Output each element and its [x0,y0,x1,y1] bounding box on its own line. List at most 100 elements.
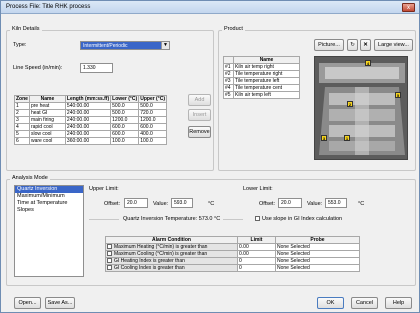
zone-row[interactable]: 4 rapid cool 240:00.00 600.0 600.0 [14,123,167,131]
alarm-row[interactable]: GI Heating Index is greater than 0 None Se… [105,257,360,265]
upper-value-input[interactable]: 593.0 [171,198,193,208]
zone-cell[interactable]: 500.0 [110,102,140,110]
picture-button[interactable]: Picture... [314,39,344,51]
probe-marker-3[interactable]: 3 [321,135,327,141]
alarm-cell[interactable]: None Selected [275,250,360,258]
zone-cell[interactable]: 540:00.00 [64,102,112,110]
probe-cell[interactable]: #5 [223,91,234,99]
zone-cell[interactable]: 6 [14,137,30,145]
zone-cell[interactable]: 360:00.00 [64,137,112,145]
probe-marker-1[interactable]: 1 [344,135,350,141]
probe-cell[interactable]: #3 [223,77,234,85]
checkbox-icon[interactable] [255,216,260,222]
zone-cell[interactable]: 1200.0 [110,116,140,124]
alarm-cell[interactable]: 0 [237,257,276,265]
title-bar[interactable]: Process File: Title RHK process x [1,1,419,14]
zone-cell[interactable]: 3 [14,116,30,124]
zone-row[interactable]: 6 ware cool 360:00.00 100.0 100.0 [14,137,167,145]
insert-button[interactable]: Insert [188,109,211,121]
alarm-row[interactable]: GI Cooling Index is greater than 0 None Se… [105,264,360,272]
zone-cell[interactable]: 600.0 [110,123,140,131]
alarm-cell[interactable]: None Selected [275,243,360,251]
probe-cell[interactable]: #1 [223,63,234,71]
add-button[interactable]: Add [188,94,211,106]
alarm-checkbox-icon[interactable] [107,244,112,250]
zone-cell[interactable]: 400.0 [138,130,167,138]
zone-cell[interactable]: 240:00.00 [64,109,112,117]
probe-cell[interactable]: Tile temperature right [233,70,300,78]
alarm-cell[interactable]: GI Heating Index is greater than [105,257,238,265]
open-button[interactable]: Open... [14,297,41,309]
cancel-button[interactable]: Cancel [351,297,378,309]
line-speed-input[interactable]: 1.330 [80,63,113,73]
probe-marker-2[interactable]: 2 [347,101,353,107]
zone-cell[interactable]: 100.0 [138,137,167,145]
probe-cell[interactable]: Kiln air temp left [233,91,300,99]
alarm-cell[interactable]: Maximum Cooling (°C/min) is greater than [105,250,238,258]
zone-cell[interactable]: pre heat [28,102,66,110]
zone-cell[interactable]: 240:00.00 [64,116,112,124]
lower-value-input[interactable]: 553.0 [325,198,347,208]
large-view-button[interactable]: Large view... [374,39,413,51]
zone-cell[interactable]: 4 [14,123,30,131]
zone-cell[interactable]: 1200.0 [138,116,167,124]
zone-cell[interactable]: 1 [14,102,30,110]
upper-offset-input[interactable]: 20.0 [124,198,148,208]
probe-cell[interactable]: Tile temperature cent [233,84,300,92]
probe-row[interactable]: #5 Kiln air temp left [223,91,300,99]
save-as-button[interactable]: Save As... [45,297,75,309]
alarm-row[interactable]: Maximum Cooling (°C/min) is greater than… [105,250,360,258]
alarm-cell[interactable]: GI Cooling Index is greater than [105,264,238,272]
remove-button[interactable]: Remove [188,126,211,138]
use-slope-checkbox[interactable]: Use slope in GI Index calculation [255,216,342,222]
delete-icon[interactable]: ✕ [360,39,371,51]
zone-cell[interactable]: 600.0 [138,123,167,131]
chevron-down-icon[interactable]: ▼ [161,42,169,49]
probe-cell[interactable]: Kiln air temp right [233,63,300,71]
zone-cell[interactable]: 240:00.00 [64,123,112,131]
mode-item-slopes[interactable]: Slopes [15,207,83,214]
probe-cell[interactable]: #2 [223,70,234,78]
probe-row[interactable]: #2 Tile temperature right [223,70,300,78]
probe-row[interactable]: #4 Tile temperature cent [223,84,300,92]
zone-cell[interactable]: heat GI [28,109,66,117]
zone-cell[interactable]: 240:00.00 [64,130,112,138]
zone-row[interactable]: 5 slow cool 240:00.00 600.0 400.0 [14,130,167,138]
alarm-cell[interactable]: 0.00 [237,243,276,251]
zone-cell[interactable]: 500.0 [110,109,140,117]
refresh-icon[interactable]: ↻ [347,39,358,51]
probe-marker-5[interactable]: 5 [395,92,401,98]
zone-row[interactable]: 3 main firing 240:00.00 1200.0 1200.0 [14,116,167,124]
alarm-checkbox-icon[interactable] [107,258,112,264]
zone-cell[interactable]: 500.0 [138,102,167,110]
probe-cell[interactable]: Tile temperature left [233,77,300,85]
lower-offset-input[interactable]: 20.0 [278,198,302,208]
ok-button[interactable]: OK [317,297,344,309]
mode-item-maxmin[interactable]: Maximum/Minimum [15,193,83,200]
probe-row[interactable]: #1 Kiln air temp right [223,63,300,71]
zone-cell[interactable]: 5 [14,130,30,138]
type-select[interactable]: Intermittent/Periodic ▼ [80,41,170,50]
zone-cell[interactable]: 100.0 [110,137,140,145]
zone-cell[interactable]: slow cool [28,130,66,138]
zone-cell[interactable]: rapid cool [28,123,66,131]
help-button[interactable]: Help [385,297,412,309]
alarm-cell[interactable]: None Selected [275,264,360,272]
zone-row[interactable]: 1 pre heat 540:00.00 500.0 500.0 [14,102,167,110]
probe-row[interactable]: #3 Tile temperature left [223,77,300,85]
probe-cell[interactable]: #4 [223,84,234,92]
alarm-row[interactable]: Maximum Heating (°C/min) is greater than… [105,243,360,251]
alarm-cell[interactable]: None Selected [275,257,360,265]
mode-item-time-at-temp[interactable]: Time at Temperature [15,200,83,207]
alarm-cell[interactable]: 0.00 [237,250,276,258]
analysis-mode-list[interactable]: Quartz Inversion Maximum/Minimum Time at… [14,185,84,277]
zone-cell[interactable]: 600.0 [110,130,140,138]
zone-cell[interactable]: ware cool [28,137,66,145]
alarm-cell[interactable]: 0 [237,264,276,272]
probe-marker-4[interactable]: 4 [365,60,371,66]
zone-cell[interactable]: 2 [14,109,30,117]
zone-cell[interactable]: 720.0 [138,109,167,117]
alarm-checkbox-icon[interactable] [107,265,112,271]
mode-item-quartz[interactable]: Quartz Inversion [15,186,83,193]
alarm-cell[interactable]: Maximum Heating (°C/min) is greater than [105,243,238,251]
